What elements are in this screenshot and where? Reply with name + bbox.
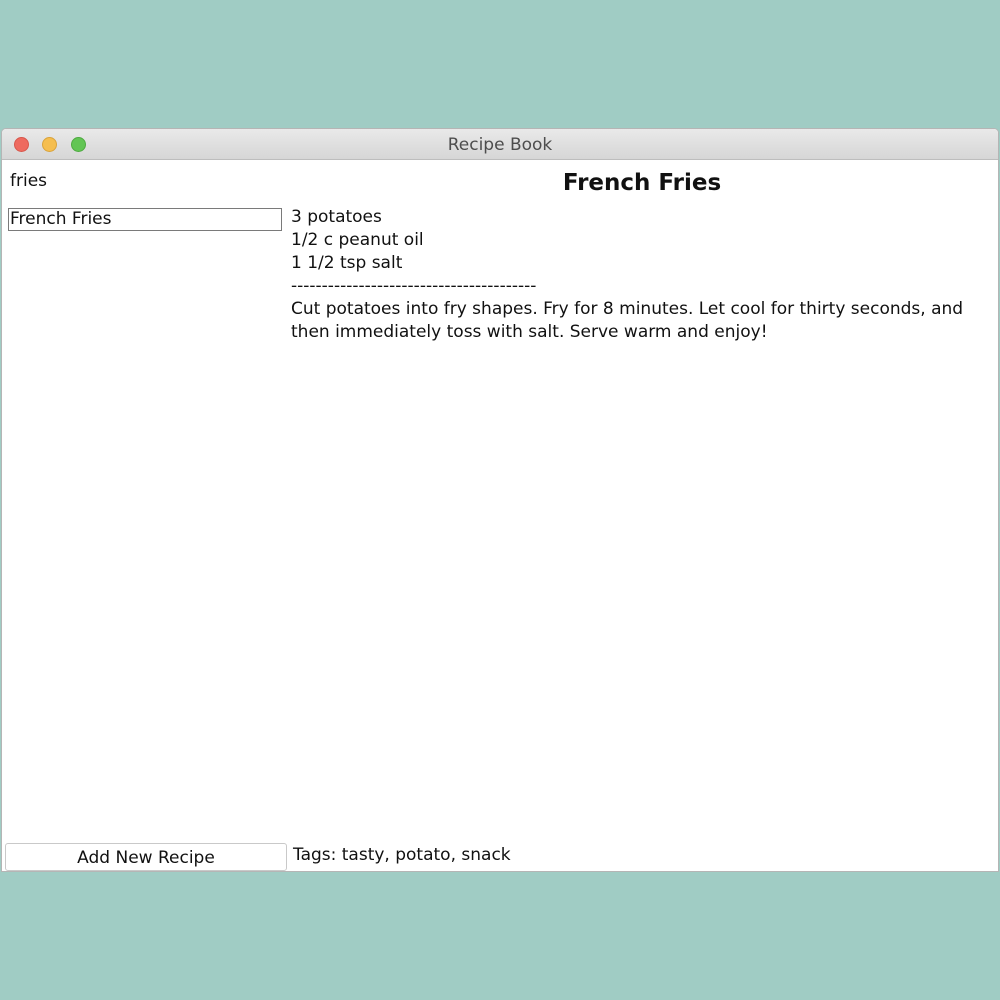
recipe-list-item[interactable]: French Fries <box>8 208 282 231</box>
recipe-tags: Tags: tasty, potato, snack <box>293 845 511 865</box>
search-field[interactable]: fries <box>10 171 47 191</box>
ingredient-line: 1/2 c peanut oil <box>291 230 424 250</box>
ingredient-line: 3 potatoes <box>291 207 382 227</box>
recipe-list: French Fries <box>8 208 282 231</box>
section-separator: ---------------------------------------- <box>291 276 537 296</box>
app-window: Recipe Book fries French Fries French Fr… <box>1 128 999 872</box>
recipe-instructions: Cut potatoes into fry shapes. Fry for 8 … <box>291 299 964 342</box>
ingredient-line: 1 1/2 tsp salt <box>291 253 403 273</box>
recipe-title: French Fries <box>562 170 722 196</box>
add-new-recipe-button[interactable]: Add New Recipe <box>5 843 287 871</box>
recipe-body: 3 potatoes 1/2 c peanut oil 1 1/2 tsp sa… <box>291 206 986 344</box>
window-title: Recipe Book <box>447 135 553 155</box>
title-bar[interactable]: Recipe Book <box>2 129 998 160</box>
